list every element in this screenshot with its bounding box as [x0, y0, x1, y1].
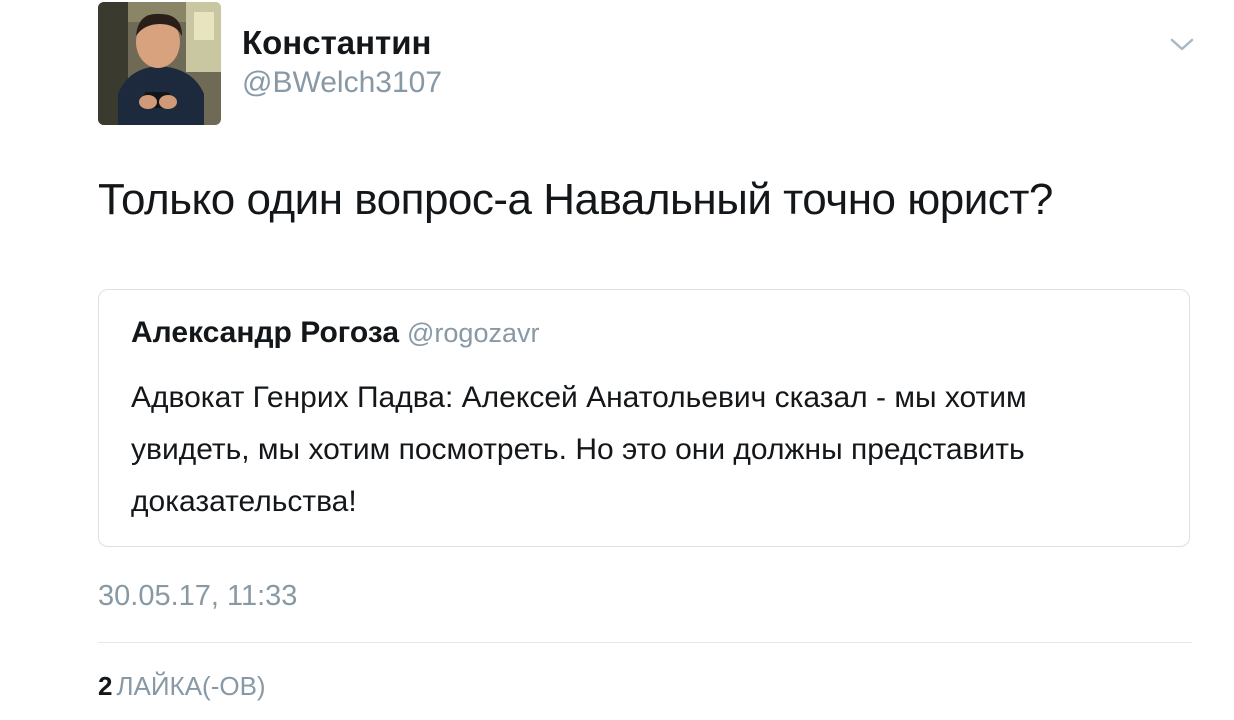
quoted-tweet-text: Адвокат Генрих Падва: Алексей Анатольеви…	[131, 381, 1027, 518]
likes-label: ЛАЙКА(-ОВ)	[116, 671, 266, 701]
quoted-tweet-card[interactable]: Александр Рогоза @rogozavr Адвокат Генрих…	[98, 289, 1190, 547]
divider	[98, 642, 1192, 643]
likes-stat[interactable]: 2 ЛАЙКА(-ОВ)	[98, 671, 266, 702]
author-handle[interactable]: @BWelch3107	[242, 66, 442, 100]
quoted-author-name: Александр Рогоза	[131, 316, 400, 349]
avatar-photo	[98, 2, 221, 125]
tweet-menu-button[interactable]	[1168, 34, 1196, 56]
tweet-timestamp[interactable]: 30.05.17, 11:33	[98, 580, 297, 613]
quoted-tweet-header: Александр Рогоза @rogozavr	[131, 316, 539, 350]
author-name[interactable]: Константин	[242, 24, 431, 62]
tweet-text: Только один вопрос-а Навальный точно юри…	[98, 175, 1053, 224]
avatar[interactable]	[98, 2, 221, 125]
tweet-detail: Константин @BWelch3107 Только один вопро…	[0, 0, 1234, 720]
chevron-down-icon	[1170, 38, 1194, 51]
quoted-author-handle: @rogozavr	[407, 318, 540, 348]
likes-count: 2	[98, 671, 113, 701]
